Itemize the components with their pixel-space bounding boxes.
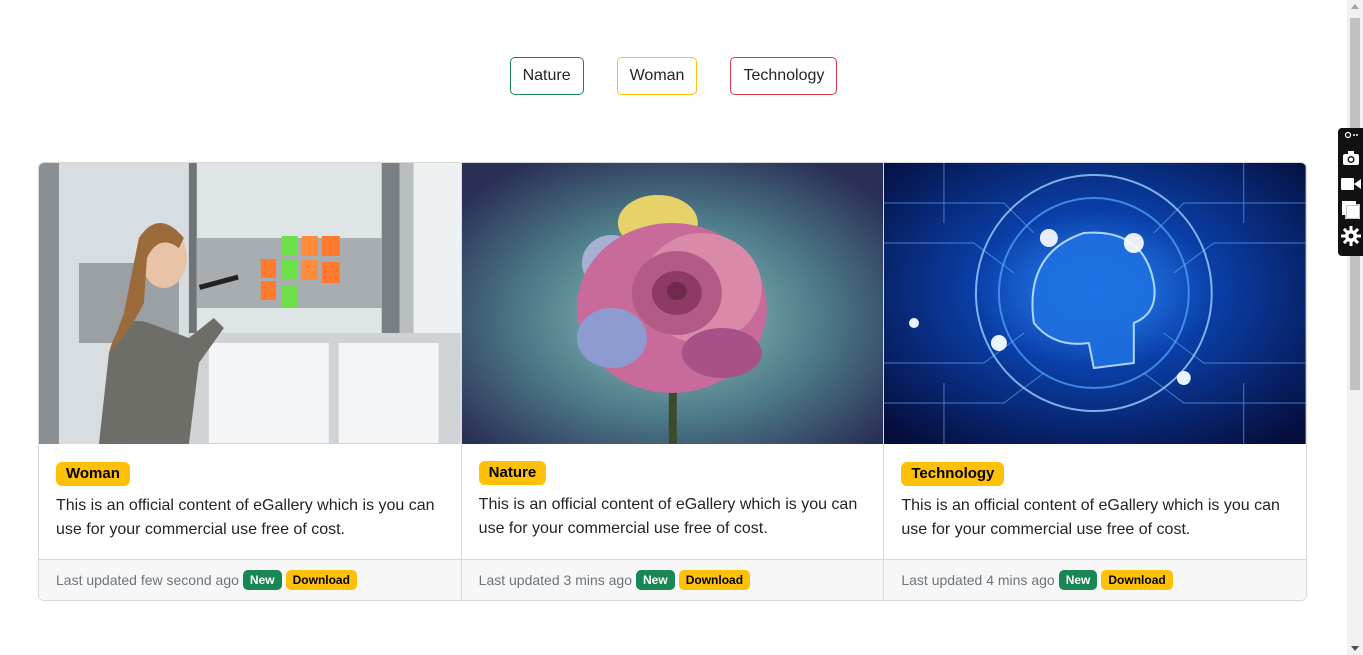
download-button[interactable]: Download <box>678 570 751 590</box>
last-updated-text: Last updated 4 mins ago <box>901 572 1055 588</box>
video-icon[interactable] <box>1340 174 1361 194</box>
download-button[interactable]: Download <box>1101 570 1173 590</box>
card-description: This is an official content of eGallery … <box>56 497 435 538</box>
page: Nature Woman Technology Woman This is an… <box>0 0 1363 655</box>
card-body: Woman This is an official content of eGa… <box>39 444 461 559</box>
last-updated-text: Last updated few second ago <box>56 572 239 588</box>
scroll-up-icon[interactable] <box>1351 4 1359 9</box>
link-icon[interactable] <box>1344 130 1358 142</box>
gallery-card-woman: Woman This is an official content of eGa… <box>39 163 462 600</box>
woman-at-window-photo[interactable] <box>39 163 461 444</box>
new-badge: New <box>242 570 282 590</box>
filter-technology-button[interactable]: Technology <box>730 57 838 95</box>
camera-icon[interactable] <box>1341 148 1361 168</box>
card-footer: Last updated 4 mins ago New Download <box>884 559 1306 600</box>
filter-nature-button[interactable]: Nature <box>509 57 584 95</box>
category-badge: Nature <box>478 461 547 485</box>
screen-capture-toolbar <box>1338 128 1363 256</box>
download-button[interactable]: Download <box>285 570 357 590</box>
category-badge: Technology <box>901 462 1005 486</box>
vertical-scrollbar[interactable] <box>1347 0 1363 655</box>
card-body: Technology This is an official content o… <box>884 444 1306 559</box>
card-body: Nature This is an official content of eG… <box>462 444 884 559</box>
new-badge: New <box>636 570 675 590</box>
card-description: This is an official content of eGallery … <box>901 497 1280 538</box>
gear-icon[interactable] <box>1340 226 1361 246</box>
gallery-icon[interactable] <box>1341 200 1361 220</box>
filter-bar: Nature Woman Technology <box>0 57 1347 95</box>
rose-flower-photo[interactable] <box>461 163 884 444</box>
circuit-brain-photo[interactable] <box>884 163 1306 444</box>
scroll-down-icon[interactable] <box>1351 646 1359 651</box>
category-badge: Woman <box>56 462 130 486</box>
last-updated-text: Last updated 3 mins ago <box>478 572 633 588</box>
gallery-card-group: Woman This is an official content of eGa… <box>38 162 1307 601</box>
card-description: This is an official content of eGallery … <box>478 496 858 537</box>
gallery-card-nature: Nature This is an official content of eG… <box>461 163 885 600</box>
filter-woman-button[interactable]: Woman <box>616 57 698 95</box>
card-footer: Last updated few second ago New Download <box>39 559 461 600</box>
gallery-card-technology: Technology This is an official content o… <box>884 163 1306 600</box>
card-footer: Last updated 3 mins ago New Download <box>461 559 884 600</box>
new-badge: New <box>1058 570 1098 590</box>
